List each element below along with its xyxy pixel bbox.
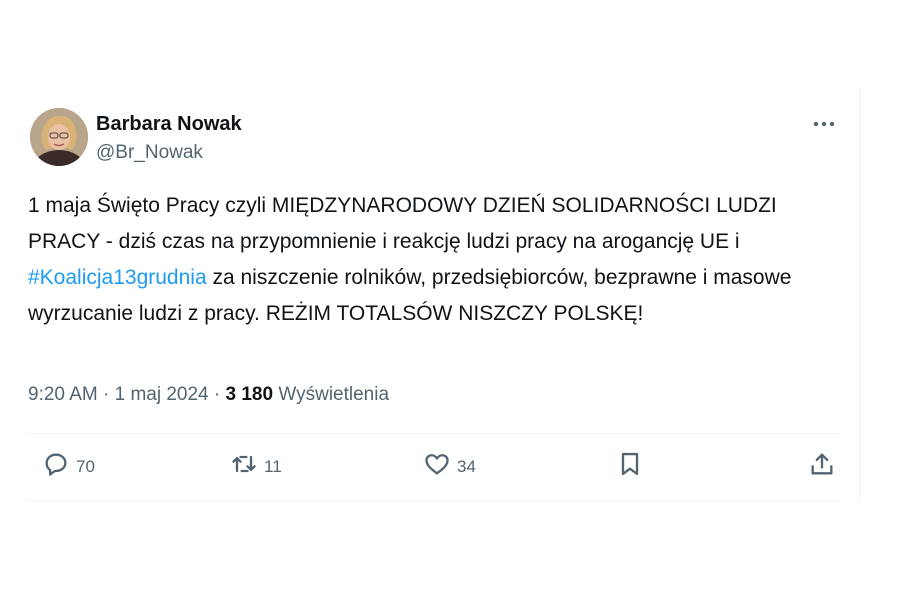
avatar-image — [30, 108, 88, 166]
share-icon — [808, 450, 836, 483]
repost-count: 11 — [264, 456, 282, 476]
post-time[interactable]: 9:20 AM — [28, 384, 98, 405]
bookmark-button[interactable] — [616, 450, 644, 483]
action-bar: 70 11 34 — [28, 444, 840, 490]
hashtag-link[interactable]: #Koalicja13grudnia — [28, 266, 207, 289]
bookmark-icon — [616, 450, 644, 483]
avatar[interactable] — [30, 108, 88, 166]
post-date[interactable]: 1 maj 2024 — [115, 384, 209, 405]
repost-button[interactable]: 11 — [230, 450, 282, 483]
heart-icon — [423, 450, 451, 483]
tweet-text-part1: 1 maja Święto Pracy czyli MIĘDZYNARODOWY… — [28, 194, 777, 253]
like-count: 34 — [457, 456, 476, 476]
share-button[interactable] — [808, 450, 836, 483]
views-count: 3 180 — [225, 384, 274, 405]
tweet-text: 1 maja Święto Pracy czyli MIĘDZYNARODOWY… — [28, 188, 828, 332]
more-icon[interactable] — [809, 112, 839, 136]
tweet-card: Barbara Nowak @Br_Nowak 1 maja Święto Pr… — [8, 88, 860, 503]
reply-count: 70 — [76, 456, 95, 476]
meta-separator: · — [213, 384, 221, 405]
like-button[interactable]: 34 — [423, 450, 476, 483]
reply-icon — [42, 450, 70, 483]
views-label: Wyświetlenia — [278, 384, 390, 405]
repost-icon — [230, 450, 258, 483]
author-name[interactable]: Barbara Nowak — [96, 113, 242, 136]
divider — [28, 433, 840, 434]
author-handle[interactable]: @Br_Nowak — [96, 142, 203, 164]
reply-button[interactable]: 70 — [42, 450, 95, 483]
meta-separator: · — [103, 384, 110, 405]
bottom-divider — [28, 500, 840, 501]
tweet-meta: 9:20 AM · 1 maj 2024 · 3 180 Wyświetleni… — [28, 384, 389, 406]
